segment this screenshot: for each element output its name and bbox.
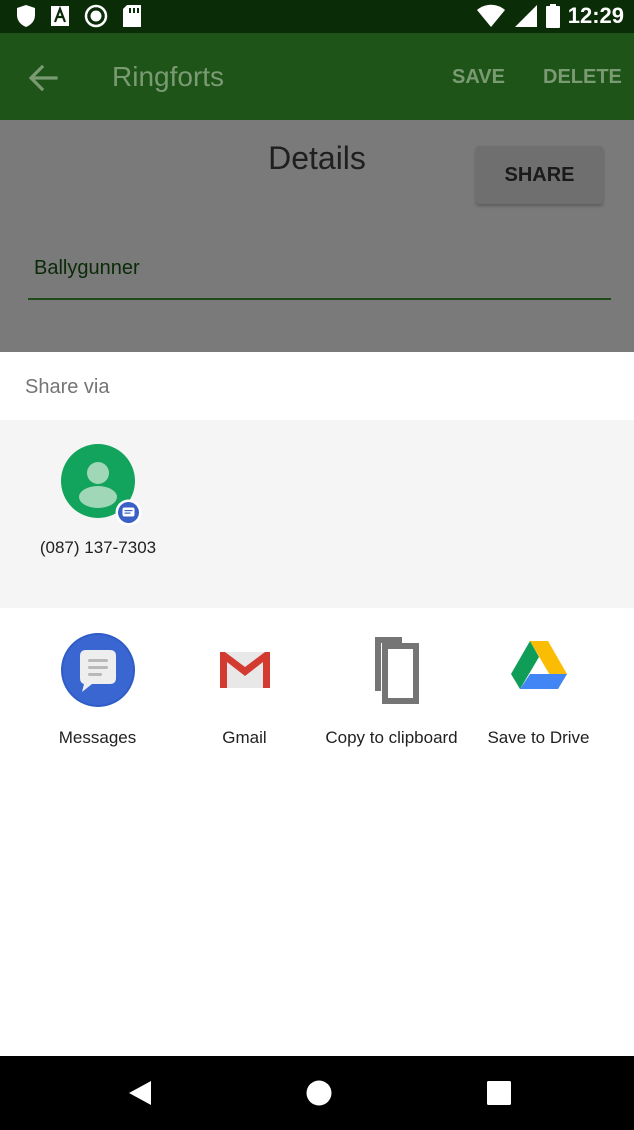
messages-icon: [61, 633, 135, 707]
copy-icon: [375, 637, 419, 704]
record-icon: [84, 4, 108, 28]
share-sheet-title: Share via: [25, 376, 110, 398]
delete-button[interactable]: DELETE: [543, 66, 622, 89]
status-bar-left-icons: [16, 4, 142, 28]
status-bar: 12:29: [0, 0, 634, 33]
share-apps-row: Messages Gmail Copy to clipboard Save to…: [0, 632, 634, 772]
signal-icon: [514, 5, 537, 27]
shield-icon: [17, 5, 35, 27]
google-drive-icon: [511, 641, 567, 689]
sd-card-icon: [123, 5, 141, 27]
font-a-icon: [51, 5, 69, 26]
recents-square-icon[interactable]: [484, 1078, 514, 1108]
share-app-copy-to-clipboard[interactable]: Copy to clipboard: [318, 632, 465, 762]
details-content: Details SHARE Ballygunner: [0, 120, 634, 352]
status-bar-right-icons: 12:29: [476, 4, 624, 28]
navigation-bar: [0, 1056, 634, 1130]
status-time: 12:29: [567, 3, 624, 28]
arrow-back-icon[interactable]: [26, 61, 60, 95]
share-app-label: Copy to clipboard: [325, 728, 458, 747]
name-field-underline: [28, 298, 611, 300]
wifi-icon: [476, 4, 505, 27]
share-app-label: Messages: [58, 728, 137, 747]
share-app-save-to-drive[interactable]: Save to Drive: [465, 632, 612, 762]
back-triangle-icon[interactable]: [125, 1078, 155, 1108]
app-bar: Ringforts SAVE DELETE: [0, 33, 634, 120]
share-sheet: Share via (087) 137-7303 Messages Gmail …: [0, 352, 634, 1056]
direct-share-row: (087) 137-7303: [0, 420, 634, 608]
share-app-messages[interactable]: Messages: [24, 632, 171, 762]
app-title: Ringforts: [112, 61, 225, 92]
direct-share-contact[interactable]: (087) 137-7303: [28, 444, 168, 574]
contact-label: (087) 137-7303: [39, 538, 157, 557]
name-field[interactable]: Ballygunner: [34, 257, 140, 280]
share-app-gmail[interactable]: Gmail: [171, 632, 318, 762]
home-circle-icon[interactable]: [304, 1078, 334, 1108]
share-app-label: Save to Drive: [487, 728, 590, 747]
share-button[interactable]: SHARE: [476, 146, 603, 204]
gmail-icon: [219, 652, 271, 688]
share-app-label: Gmail: [222, 728, 267, 747]
save-button[interactable]: SAVE: [452, 66, 505, 89]
messages-badge-icon: [115, 499, 142, 526]
battery-icon: [545, 4, 560, 28]
